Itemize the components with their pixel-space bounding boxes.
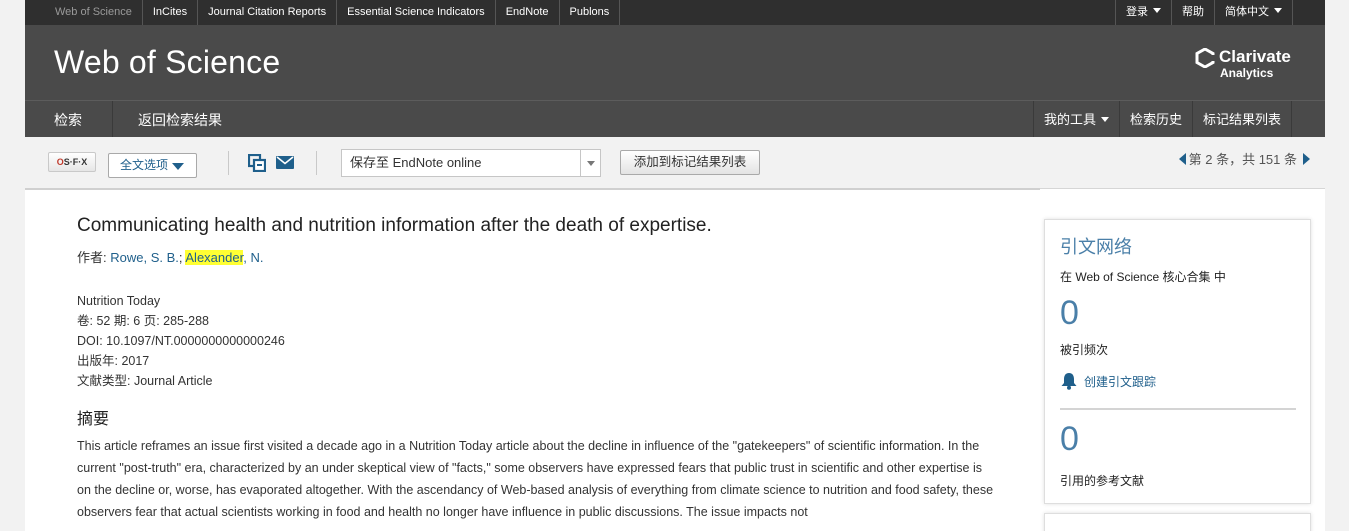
- divider: [316, 151, 317, 175]
- citation-network-subtitle: 在 Web of Science 核心合集 中: [1060, 270, 1226, 284]
- link-web-of-science[interactable]: Web of Science: [45, 0, 143, 25]
- my-tools-label: 我的工具: [1043, 112, 1096, 127]
- cited-references-label: 引用的参考文献: [1060, 474, 1145, 488]
- create-alert-label: 创建引文跟踪: [1084, 375, 1157, 389]
- nav-search[interactable]: 检索: [25, 101, 113, 137]
- sfx-label: S·F·X: [63, 157, 88, 167]
- next-record-icon[interactable]: [1303, 153, 1310, 165]
- nav-right: 我的工具 检索历史 标记结果列表: [1032, 101, 1292, 137]
- fulltext-options-button[interactable]: 全文选项: [108, 153, 197, 178]
- record-source: Nutrition Today 卷: 52 期: 6 页: 285-288 DO…: [77, 291, 997, 391]
- author-link[interactable]: Rowe, S. B.: [110, 250, 179, 265]
- author-name-rest: , N.: [243, 250, 264, 265]
- record-title: Communicating health and nutrition infor…: [77, 215, 712, 236]
- login-label: 登录: [1126, 6, 1148, 18]
- journal-name: Nutrition Today: [77, 294, 161, 308]
- nav-my-tools[interactable]: 我的工具: [1032, 101, 1119, 137]
- chevron-down-icon: [172, 163, 185, 170]
- publication-year: 出版年: 2017: [77, 354, 150, 368]
- sfx-o-icon: O: [56, 157, 64, 167]
- select-arrow: [580, 150, 600, 176]
- doi: DOI: 10.1097/NT.0000000000000246: [77, 334, 285, 348]
- nav-left: 检索 返回检索结果: [25, 101, 222, 137]
- record-toolbar: OS·F·X 全文选项 保存至 EndNote online 添加到标记结果列表…: [25, 137, 1325, 189]
- cited-references-count: 0: [1060, 420, 1079, 458]
- previous-record-icon[interactable]: [1178, 153, 1186, 165]
- record-pager: 第 2 条，共 151 条: [1178, 150, 1310, 170]
- divider: [228, 151, 229, 175]
- help-link[interactable]: 帮助: [1171, 0, 1214, 25]
- citation-network-panel: 引文网络 在 Web of Science 核心合集 中 0 被引频次 创建引文…: [1044, 219, 1311, 504]
- login-menu[interactable]: 登录: [1115, 0, 1171, 25]
- secondary-panel: [1044, 513, 1311, 531]
- record-authors: 作者: Rowe, S. B.; Alexander, N.: [77, 249, 997, 267]
- link-esi[interactable]: Essential Science Indicators: [337, 0, 496, 25]
- toolbar-rule: [25, 188, 1040, 190]
- fulltext-options-label: 全文选项: [120, 158, 169, 172]
- sfx-button[interactable]: OS·F·X: [48, 152, 96, 172]
- pager-text: 第 2 条，共 151 条: [1188, 152, 1297, 167]
- search-highlight: Alexander: [185, 250, 244, 265]
- volume-issue-pages: 卷: 52 期: 6 页: 285-288: [77, 314, 210, 328]
- chevron-down-icon: [587, 161, 595, 166]
- nav-bar: 检索 返回检索结果 我的工具 检索历史 标记结果列表: [25, 101, 1325, 137]
- account-links: 登录 帮助 简体中文: [1115, 0, 1293, 25]
- clarivate-mark-icon: [1195, 48, 1215, 68]
- record-main: Communicating health and nutrition infor…: [77, 213, 997, 523]
- save-to-value: 保存至 EndNote online: [350, 155, 482, 170]
- link-publons[interactable]: Publons: [560, 0, 621, 25]
- product-links: Web of Science InCites Journal Citation …: [45, 0, 621, 25]
- nav-marked-list[interactable]: 标记结果列表: [1191, 101, 1292, 137]
- link-endnote[interactable]: EndNote: [496, 0, 560, 25]
- language-menu[interactable]: 简体中文: [1214, 0, 1293, 25]
- page: Web of Science InCites Journal Citation …: [25, 0, 1325, 531]
- citation-network-title: 引文网络: [1060, 237, 1132, 257]
- author-link[interactable]: Alexander, N.: [185, 250, 263, 265]
- clarivate-logo: Clarivate Analytics: [1195, 47, 1295, 83]
- email-icon[interactable]: [276, 156, 294, 169]
- nav-search-history[interactable]: 检索历史: [1118, 101, 1192, 137]
- create-citation-alert-link[interactable]: 创建引文跟踪: [1060, 372, 1156, 391]
- link-jcr[interactable]: Journal Citation Reports: [198, 0, 338, 25]
- add-to-marked-list-button[interactable]: 添加到标记结果列表: [620, 150, 760, 175]
- document-type: 文献类型: Journal Article: [77, 374, 213, 388]
- chevron-down-icon: [1274, 8, 1282, 13]
- save-to-select[interactable]: 保存至 EndNote online: [341, 149, 601, 177]
- print-icon[interactable]: [248, 154, 266, 172]
- chevron-down-icon: [1153, 8, 1161, 13]
- header: Web of Science Clarivate Analytics: [25, 25, 1325, 101]
- clarivate-sub: Analytics: [1220, 66, 1274, 80]
- top-bar: Web of Science InCites Journal Citation …: [25, 0, 1325, 25]
- times-cited-count: 0: [1060, 294, 1079, 332]
- bell-icon: [1061, 373, 1077, 390]
- times-cited-label: 被引频次: [1060, 343, 1109, 357]
- language-label: 简体中文: [1225, 6, 1269, 18]
- link-incites[interactable]: InCites: [143, 0, 199, 25]
- authors-label: 作者:: [77, 250, 111, 265]
- chevron-down-icon: [1100, 117, 1109, 122]
- abstract-heading: 摘要: [77, 411, 110, 428]
- nav-back-to-results[interactable]: 返回检索结果: [113, 101, 222, 137]
- abstract-text: This article reframes an issue first vis…: [77, 439, 994, 519]
- clarivate-name: Clarivate: [1219, 47, 1291, 66]
- panel-divider: [1060, 408, 1296, 410]
- brand-title[interactable]: Web of Science: [54, 44, 280, 81]
